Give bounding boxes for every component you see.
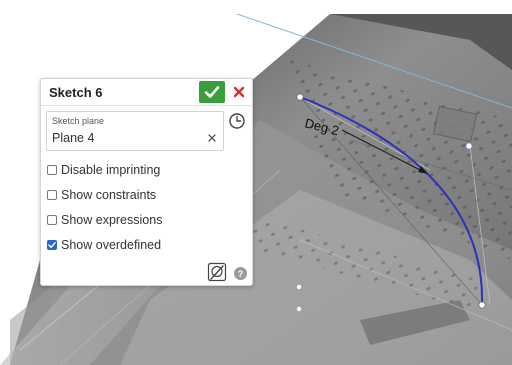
sketch-plane-value: Plane 4 xyxy=(52,131,95,145)
show-overdefined-label: Show overdefined xyxy=(61,238,162,252)
show-constraints-label: Show constraints xyxy=(61,188,157,202)
panel-title: Sketch 6 xyxy=(49,85,103,100)
disable-imprinting-option[interactable]: Disable imprinting xyxy=(47,161,160,179)
show-expressions-label: Show expressions xyxy=(61,213,163,227)
clear-icon[interactable] xyxy=(206,132,218,144)
accept-button[interactable] xyxy=(199,81,225,103)
sketch-panel: Sketch 6 Sketch plane Plane 4 Disable im… xyxy=(40,78,253,286)
clock-icon[interactable] xyxy=(228,112,246,130)
show-expressions-checkbox[interactable] xyxy=(47,215,57,225)
check-icon xyxy=(204,86,220,98)
show-expressions-option[interactable]: Show expressions xyxy=(47,211,162,229)
help-icon[interactable]: ? xyxy=(234,267,247,280)
show-constraints-checkbox[interactable] xyxy=(47,190,57,200)
show-overdefined-option[interactable]: Show overdefined xyxy=(47,236,161,254)
close-icon xyxy=(233,86,245,98)
show-overdefined-checkbox[interactable] xyxy=(47,240,57,250)
disable-imprinting-label: Disable imprinting xyxy=(61,163,161,177)
checkmark-icon xyxy=(48,242,56,249)
show-constraints-option[interactable]: Show constraints xyxy=(47,186,156,204)
disable-imprinting-checkbox[interactable] xyxy=(47,165,57,175)
sketch-plane-label: Sketch plane xyxy=(52,116,105,126)
panel-header: Sketch 6 xyxy=(41,79,252,106)
sketch-tool-icon[interactable] xyxy=(207,262,227,282)
cancel-button[interactable] xyxy=(229,81,249,103)
sketch-plane-field[interactable]: Sketch plane Plane 4 xyxy=(46,111,224,151)
